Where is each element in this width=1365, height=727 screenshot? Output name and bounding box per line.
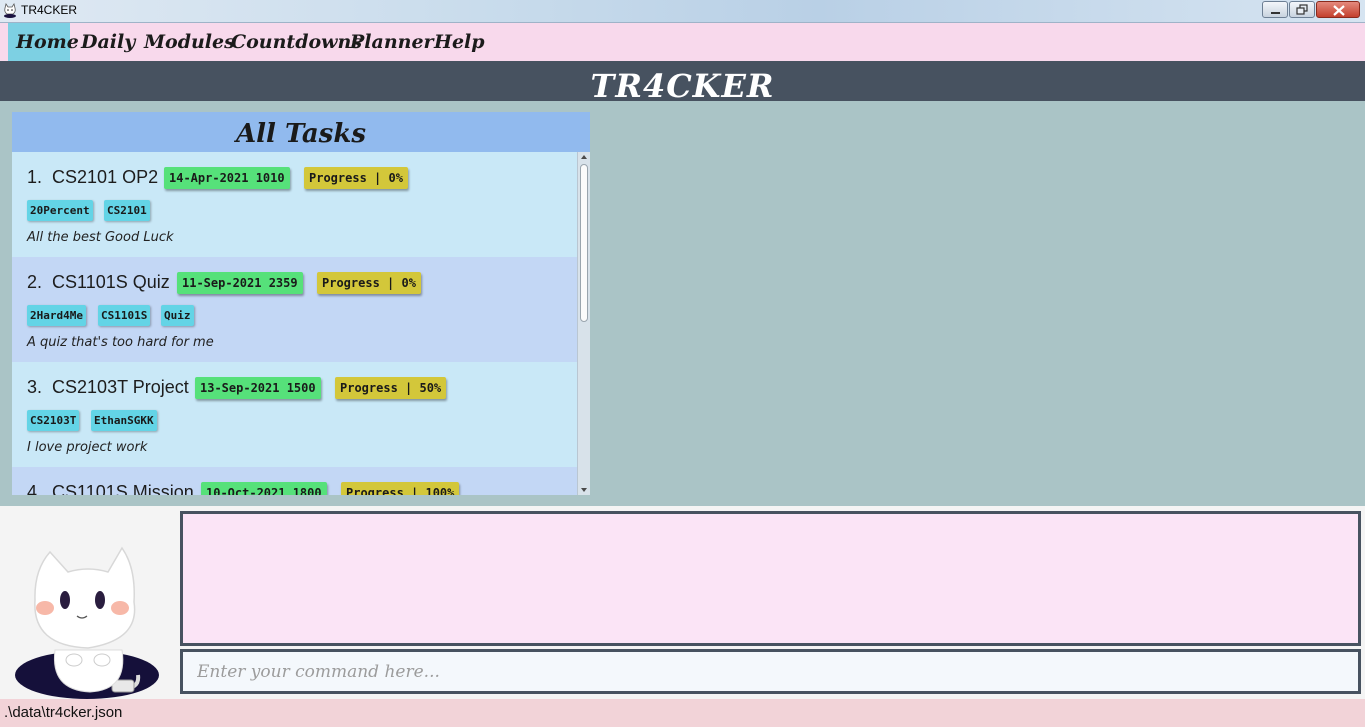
deadline-chip: 14-Apr-2021 1010 [164, 167, 290, 189]
task-list-panel: All Tasks 1. CS2101 OP2 14-Apr-2021 1010… [12, 112, 590, 495]
task-title: CS2103T Project [52, 377, 189, 397]
task-list-scrollbar[interactable] [577, 152, 590, 495]
task-card[interactable]: 4. CS1101S Mission 10-Oct-2021 1800 Prog… [12, 467, 577, 495]
result-display [180, 511, 1361, 646]
task-index: 3. [27, 377, 43, 397]
task-card[interactable]: 3. CS2103T Project 13-Sep-2021 1500 Prog… [12, 362, 577, 467]
tag-chip: Quiz [161, 305, 194, 326]
maximize-button[interactable] [1289, 1, 1315, 18]
cat-mascot-image [15, 546, 159, 699]
window-title: TR4CKER [21, 3, 78, 17]
task-name: 2. CS1101S Quiz [27, 272, 170, 293]
menu-bar: Home Daily Modules Countdowns Planner He… [0, 23, 1365, 61]
task-title: CS1101S Mission [52, 482, 194, 495]
task-card[interactable]: 1. CS2101 OP2 14-Apr-2021 1010 Progress … [12, 152, 577, 257]
task-title: CS2101 OP2 [52, 167, 159, 187]
tag-chip: EthanSGKK [91, 410, 157, 431]
task-description: All the best Good Luck [27, 230, 174, 245]
menu-home[interactable]: Home [8, 23, 79, 61]
tag-chip: 20Percent [27, 200, 93, 221]
task-panel-title: All Tasks [12, 112, 590, 152]
tag-chip: CS2101 [104, 200, 150, 221]
progress-chip: Progress | 0% [317, 272, 421, 294]
minimize-button[interactable] [1262, 1, 1288, 18]
deadline-chip: 13-Sep-2021 1500 [195, 377, 321, 399]
task-description: A quiz that's too hard for me [27, 335, 214, 350]
task-title: CS1101S Quiz [52, 272, 170, 292]
task-card[interactable]: 2. CS1101S Quiz 11-Sep-2021 2359 Progres… [12, 257, 577, 362]
status-bar-filepath: .\data\tr4cker.json [0, 699, 1365, 727]
task-description: I love project work [27, 440, 148, 455]
task-list[interactable]: 1. CS2101 OP2 14-Apr-2021 1010 Progress … [12, 152, 577, 495]
progress-chip: Progress | 0% [304, 167, 408, 189]
task-name: 1. CS2101 OP2 [27, 167, 158, 188]
scroll-thumb[interactable] [580, 164, 588, 322]
command-input[interactable] [180, 649, 1361, 694]
scroll-down-arrow-icon[interactable] [578, 485, 590, 495]
restore-icon [1296, 4, 1308, 15]
task-index: 1. [27, 167, 43, 187]
deadline-chip: 10-Oct-2021 1800 [201, 482, 327, 495]
scroll-up-arrow-icon[interactable] [578, 152, 590, 162]
window-title-bar: TR4CKER [0, 0, 1365, 23]
close-icon [1333, 5, 1345, 16]
task-index: 2. [27, 272, 43, 292]
tag-chip: CS2103T [27, 410, 80, 431]
menu-help[interactable]: Help [426, 23, 493, 61]
progress-chip: Progress | 50% [335, 377, 447, 399]
tag-chip: 2Hard4Me [27, 305, 86, 326]
minimize-icon [1271, 12, 1280, 14]
app-banner: TR4CKER [0, 61, 1365, 105]
menu-daily[interactable]: Daily [73, 23, 143, 61]
task-name: 3. CS2103T Project [27, 377, 189, 398]
close-button[interactable] [1316, 1, 1360, 18]
cat-icon [4, 3, 16, 18]
task-index: 4. [27, 482, 43, 495]
tag-chip: CS1101S [98, 305, 151, 326]
task-name: 4. CS1101S Mission [27, 482, 194, 495]
progress-chip: Progress | 100% [341, 482, 460, 495]
deadline-chip: 11-Sep-2021 2359 [177, 272, 303, 294]
